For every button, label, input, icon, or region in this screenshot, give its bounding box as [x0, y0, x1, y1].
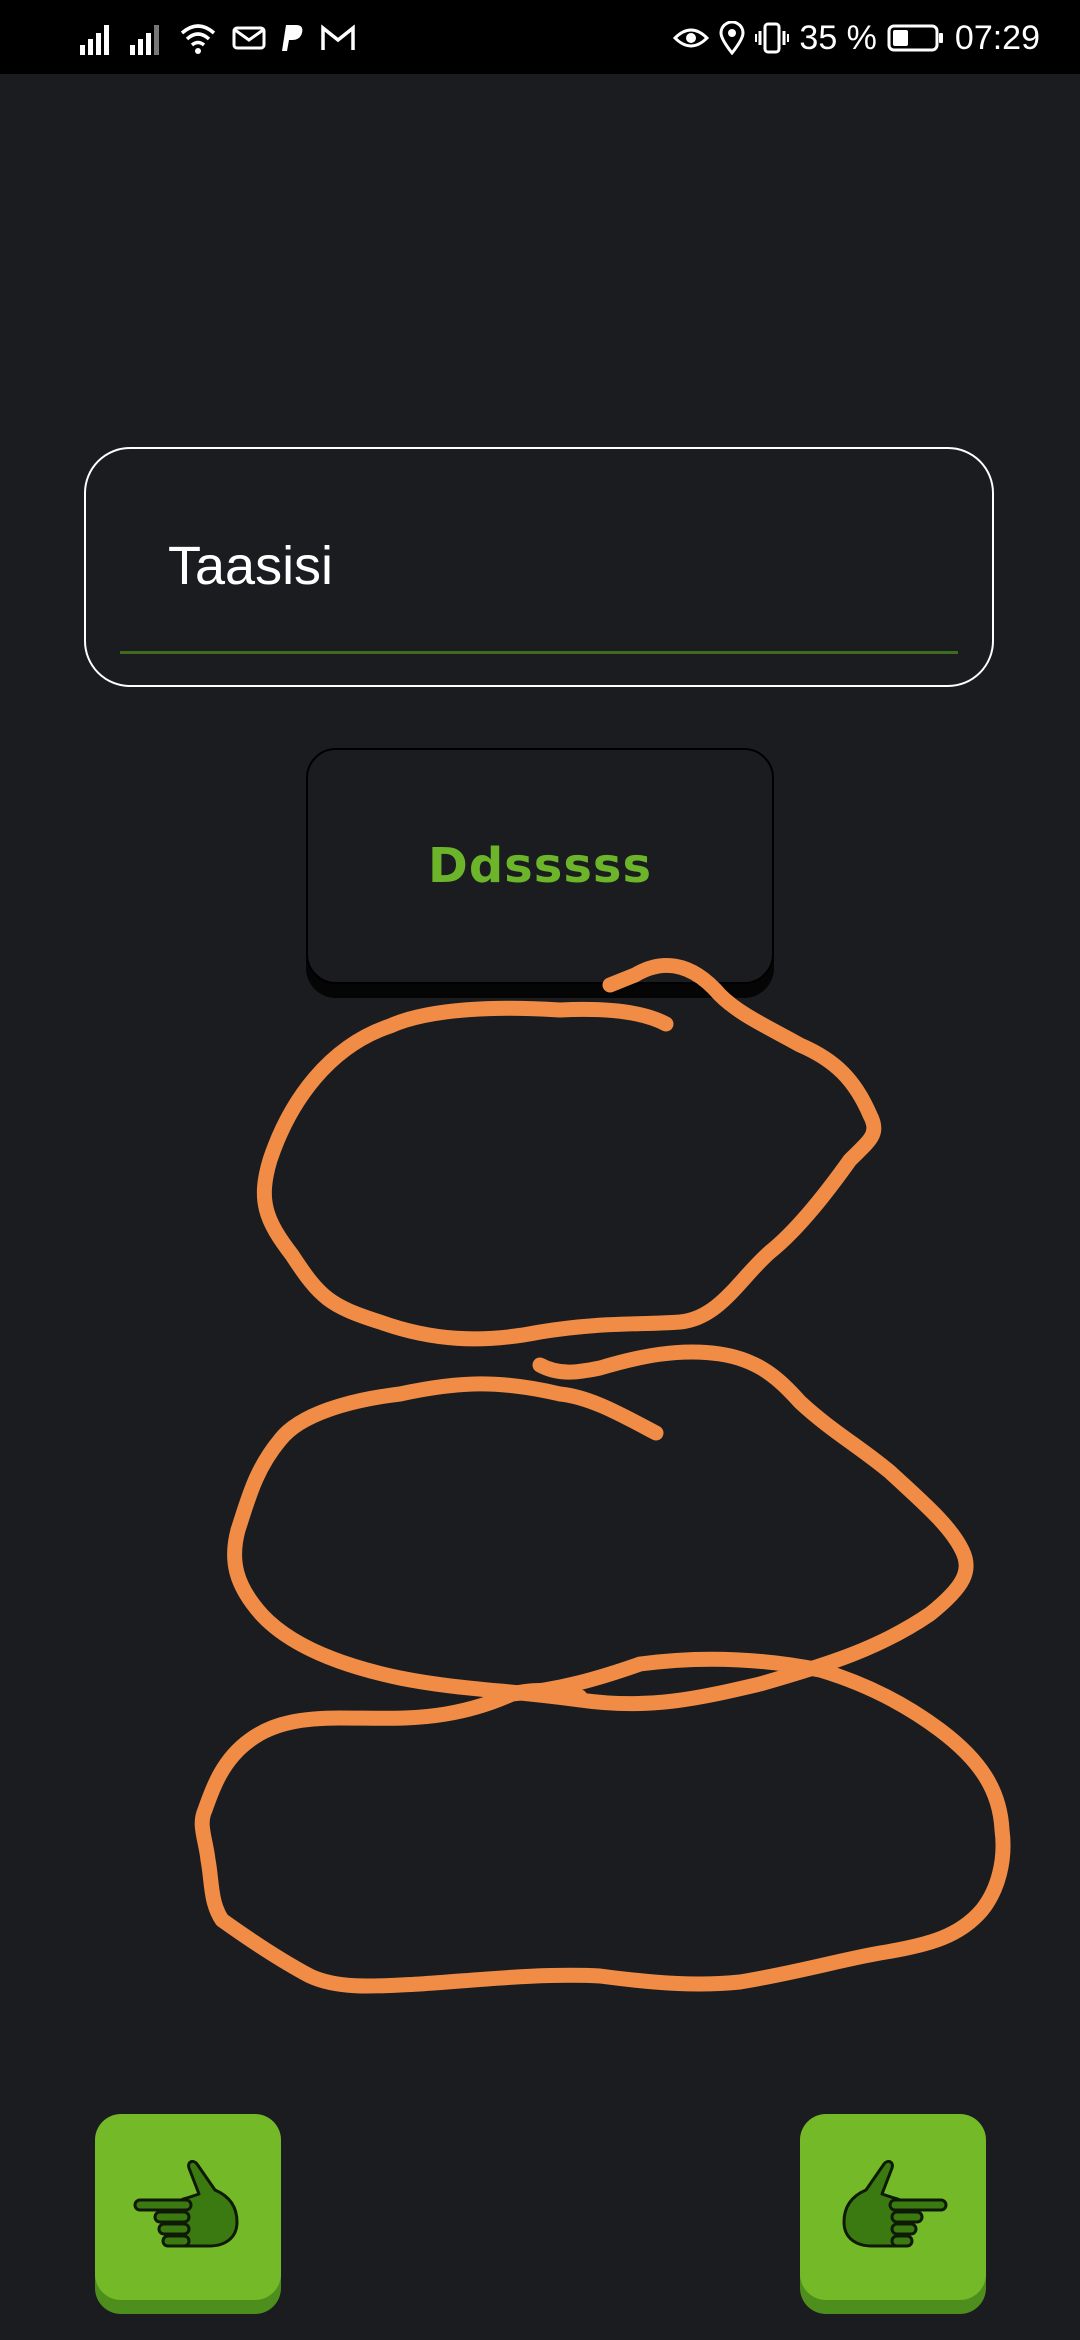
text-field-underline — [120, 651, 958, 654]
text-field-value[interactable]: Taasisi — [168, 539, 333, 593]
next-button[interactable] — [800, 2114, 986, 2300]
signal-icon — [128, 21, 164, 55]
signal-icon — [78, 21, 114, 55]
battery-percent: 35 % — [799, 19, 877, 57]
hand-pointing-right-icon — [838, 2159, 948, 2255]
drawing-stroke-top — [256, 958, 882, 1347]
battery-icon — [887, 24, 945, 52]
previous-button[interactable] — [95, 2114, 281, 2300]
main-action-button-label: Ddsssss — [427, 838, 653, 894]
wifi-icon — [178, 21, 218, 55]
vibrate-icon — [755, 21, 790, 55]
location-icon — [719, 21, 745, 55]
paypal-icon — [280, 23, 306, 53]
drawing-stroke-bottom — [194, 1651, 1011, 1994]
hand-pointing-left-icon — [133, 2159, 243, 2255]
status-left-icons — [78, 18, 356, 58]
gmail-icon — [320, 24, 356, 52]
clock: 07:29 — [954, 19, 1040, 57]
mail-icon — [232, 25, 266, 51]
drawing-stroke-middle — [227, 1344, 974, 1712]
status-right-icons: 35 % 07:29 — [673, 16, 1040, 60]
text-field-card[interactable]: Taasisi — [84, 447, 994, 687]
eye-icon — [673, 24, 710, 52]
main-action-button[interactable]: Ddsssss — [306, 748, 774, 984]
freehand-drawing — [194, 958, 1011, 1994]
status-bar: 35 % 07:29 — [0, 0, 1080, 74]
